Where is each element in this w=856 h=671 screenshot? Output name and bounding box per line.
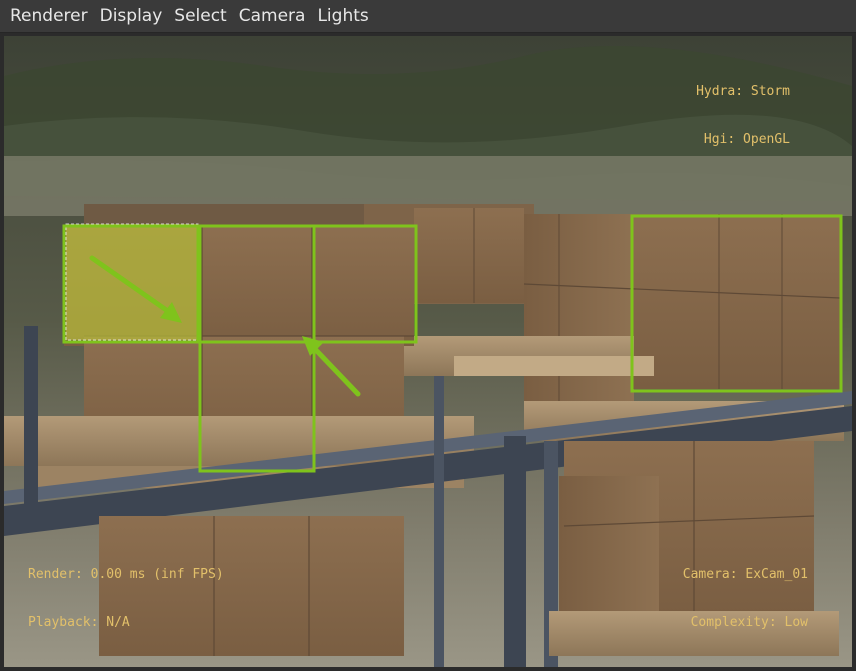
menu-lights[interactable]: Lights <box>311 0 374 33</box>
playback-label: Playback: N/A <box>28 615 130 630</box>
selected-box-highlight[interactable] <box>65 223 199 341</box>
menu-bar: Renderer Display Select Camera Lights <box>0 0 856 33</box>
hgi-label: Hgi: OpenGL <box>703 132 790 147</box>
menu-display[interactable]: Display <box>94 0 169 33</box>
camera-label: Camera: ExCam_01 <box>682 567 808 582</box>
renderer-info-overlay: Hydra: Storm Hgi: OpenGL <box>696 52 790 180</box>
center-pallets <box>384 336 654 376</box>
menu-renderer[interactable]: Renderer <box>4 0 94 33</box>
complexity-label: Complexity: Low <box>690 615 808 630</box>
renderer-label: Hydra: Storm <box>696 84 790 99</box>
menu-camera[interactable]: Camera <box>233 0 312 33</box>
usdview-window: Renderer Display Select Camera Lights Hy… <box>0 0 856 671</box>
menu-select[interactable]: Select <box>168 0 232 33</box>
render-time-label: Render: 0.00 ms (inf FPS) <box>28 567 224 582</box>
camera-info-overlay: Camera: ExCam_01 Complexity: Low <box>683 535 808 663</box>
render-stats-overlay: Render: 0.00 ms (inf FPS) Playback: N/A <box>28 535 224 663</box>
3d-viewport[interactable]: Hydra: Storm Hgi: OpenGL Render: 0.00 ms… <box>4 36 852 667</box>
